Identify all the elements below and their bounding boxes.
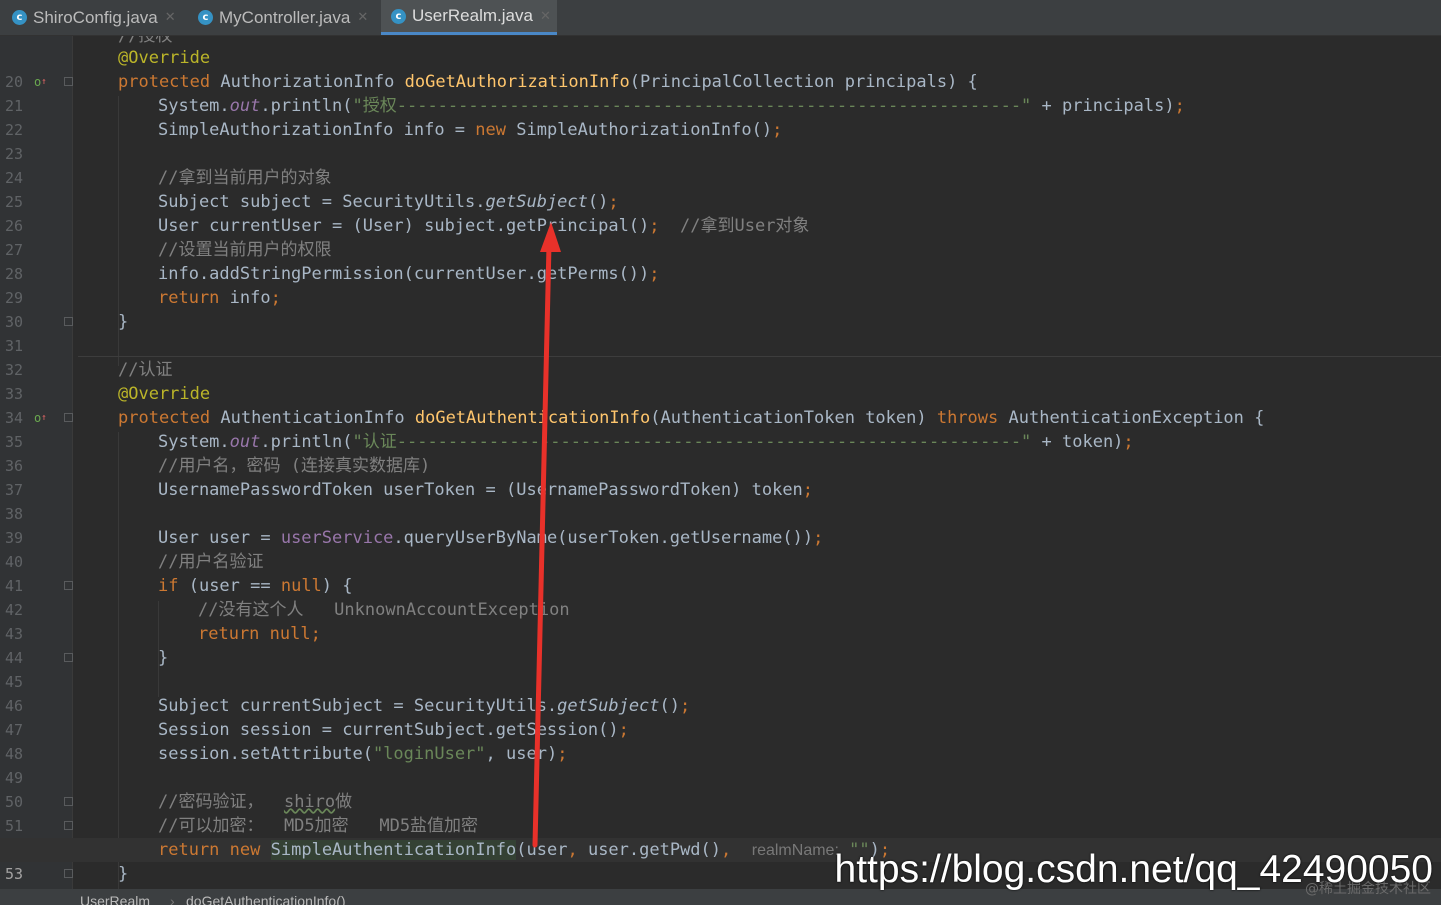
tab-label: UserRealm.java (412, 6, 533, 25)
code-editor[interactable]: //授权 20 @Override 21 o↑ protected Author… (0, 36, 1441, 889)
code-line: 21 o↑ protected AuthorizationInfo doGetA… (0, 70, 1441, 115)
code-line: 40 User user = userService.queryUserByNa… (0, 526, 1441, 571)
code-line: 36 System.out.println("认证---------------… (0, 430, 1441, 475)
fold-marker-icon[interactable] (64, 821, 73, 830)
editor-tab-bar: c ShiroConfig.java ✕ c MyController.java… (0, 0, 1441, 36)
code-line: 33 //认证 (0, 358, 1441, 403)
code-line: 20 @Override (0, 46, 1441, 91)
code-line: 51 //密码验证， shiro做 (0, 790, 1441, 835)
tab-mycontroller[interactable]: c MyController.java ✕ (188, 0, 380, 35)
tab-userrealm[interactable]: c UserRealm.java ✕ (381, 0, 557, 35)
close-icon[interactable]: ✕ (165, 10, 176, 25)
code-line: 50 (0, 766, 1441, 811)
code-line: 45 } (0, 646, 1441, 691)
close-icon[interactable]: ✕ (540, 9, 551, 24)
tab-shiroconfig[interactable]: c ShiroConfig.java ✕ (0, 0, 188, 35)
fold-marker-icon[interactable] (64, 413, 73, 422)
code-line: 38 UsernamePasswordToken userToken = (Us… (0, 478, 1441, 523)
code-line: 30 return info; (0, 286, 1441, 331)
code-line: 29 info.addStringPermission(currentUser.… (0, 262, 1441, 307)
method-separator (78, 356, 1441, 357)
fold-marker-icon[interactable] (64, 581, 73, 590)
fold-marker-icon[interactable] (64, 653, 73, 662)
breadcrumb-chevron-icon: › (170, 893, 175, 905)
java-class-icon: c (391, 8, 406, 24)
code-line: 39 (0, 502, 1441, 547)
code-line: 41 //用户名验证 (0, 550, 1441, 595)
code-line: 43 //没有这个人 UnknownAccountException (0, 598, 1441, 643)
code-line: 37 //用户名，密码 (连接真实数据库) (0, 454, 1441, 499)
code-line: 35 o↑ protected AuthenticationInfo doGet… (0, 406, 1441, 451)
parameter-hint: realmName: (751, 842, 839, 859)
tab-label: ShiroConfig.java (33, 7, 158, 27)
code-line: 22 System.out.println("授权---------------… (0, 94, 1441, 139)
fold-marker-icon[interactable] (64, 869, 73, 878)
code-line: 52 //可以加密： MD5加密 MD5盐值加密 (0, 814, 1441, 859)
tab-label: MyController.java (219, 7, 351, 27)
code-line: 27 User currentUser = (User) subject.get… (0, 214, 1441, 259)
code-line: 47 Subject currentSubject = SecurityUtil… (0, 694, 1441, 739)
code-line: 34 @Override (0, 382, 1441, 427)
code-line: 49 session.setAttribute("loginUser", use… (0, 742, 1441, 787)
fold-marker-icon[interactable] (64, 797, 73, 806)
code-line: 48 Session session = currentSubject.getS… (0, 718, 1441, 763)
java-class-icon: c (198, 10, 213, 25)
override-method-icon[interactable]: o↑ (34, 406, 47, 430)
java-class-icon: c (12, 10, 27, 25)
code-line: 26 Subject subject = SecurityUtils.getSu… (0, 190, 1441, 235)
code-line: 42 if (user == null) { (0, 574, 1441, 619)
code-line: 25 //拿到当前用户的对象 (0, 166, 1441, 211)
fold-marker-icon[interactable] (64, 77, 73, 86)
code-line: 23 SimpleAuthorizationInfo info = new Si… (0, 118, 1441, 163)
code-line: 44 return null; (0, 622, 1441, 667)
close-icon[interactable]: ✕ (357, 10, 368, 25)
code-line: 31 } (0, 310, 1441, 355)
watermark-url: https://blog.csdn.net/qq_42490050 (834, 848, 1433, 891)
fold-marker-icon[interactable] (64, 317, 73, 326)
code-line: 46 (0, 670, 1441, 715)
code-line: 24 (0, 142, 1441, 187)
code-line: 28 //设置当前用户的权限 (0, 238, 1441, 283)
override-method-icon[interactable]: o↑ (34, 70, 47, 94)
code-line: 32 (0, 334, 1441, 379)
breadcrumb-method[interactable]: doGetAuthenticationInfo() (186, 893, 346, 905)
breadcrumb-class[interactable]: UserRealm (80, 893, 150, 905)
